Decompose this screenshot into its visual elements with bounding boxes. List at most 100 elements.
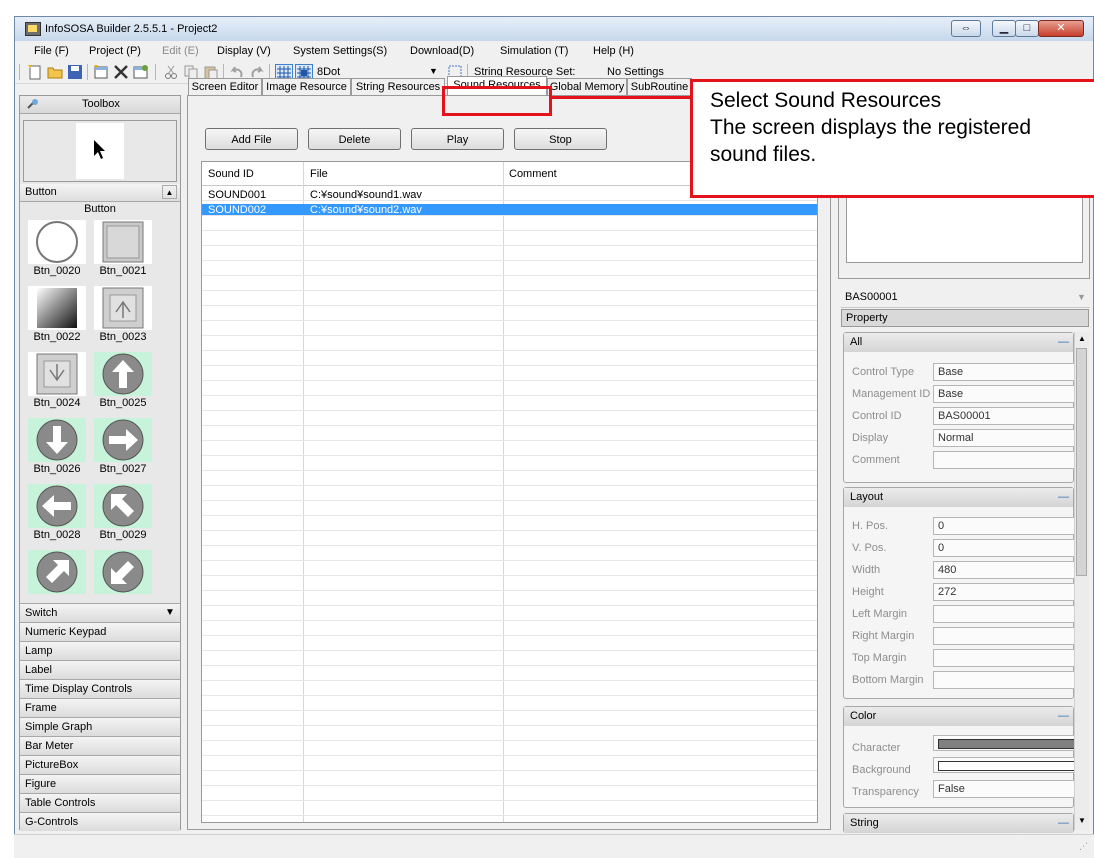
column-header-comment[interactable]: Comment <box>509 168 557 180</box>
category-button-header[interactable]: Button ▲ <box>20 184 180 202</box>
btn-0028-tool[interactable]: Btn_0028 <box>26 482 88 544</box>
add-file-button[interactable]: Add File <box>205 128 298 150</box>
object-selector[interactable]: BAS00001 ▼ <box>841 289 1090 308</box>
empty-table-row <box>202 414 817 426</box>
grid-size-select[interactable]: 8Dot <box>317 66 340 78</box>
category-switch[interactable]: Switch ▼ <box>20 603 180 622</box>
btn-0027-tool[interactable]: Btn_0027 <box>92 416 154 478</box>
btn-0029-tool[interactable]: Btn_0029 <box>92 482 154 544</box>
category-lamp[interactable]: Lamp <box>20 641 180 660</box>
menu-project[interactable]: Project (P) <box>89 45 141 57</box>
right-margin-field[interactable] <box>933 627 1083 645</box>
tab-subroutine[interactable]: SubRoutine <box>627 78 692 95</box>
scroll-down-icon[interactable]: ▼ <box>1075 814 1089 828</box>
btn-0030-tool[interactable] <box>26 548 88 594</box>
delete-x-icon[interactable] <box>113 64 129 80</box>
btn-0025-tool[interactable]: Btn_0025 <box>92 350 154 412</box>
category-figure[interactable]: Figure <box>20 774 180 793</box>
category-bar-meter[interactable]: Bar Meter <box>20 736 180 755</box>
new-project-icon[interactable] <box>27 64 43 80</box>
menu-simulation[interactable]: Simulation (T) <box>500 45 568 57</box>
collapse-icon[interactable]: — <box>1058 707 1069 725</box>
group-header-color[interactable]: Color — <box>844 707 1073 726</box>
background-color-field[interactable] <box>933 757 1083 773</box>
menu-help[interactable]: Help (H) <box>593 45 634 57</box>
chevron-down-icon[interactable]: ▼ <box>429 66 438 76</box>
pointer-tool[interactable] <box>76 123 124 179</box>
category-frame[interactable]: Frame <box>20 698 180 717</box>
save-icon[interactable] <box>67 64 83 80</box>
group-header-layout[interactable]: Layout — <box>844 488 1073 507</box>
transparency-field[interactable]: False <box>933 780 1083 798</box>
btn-0031-tool[interactable] <box>92 548 154 594</box>
scroll-up-icon[interactable]: ▲ <box>1075 332 1089 346</box>
cut-icon[interactable] <box>163 64 179 80</box>
collapse-icon[interactable]: — <box>1058 488 1069 506</box>
menu-system-settings[interactable]: System Settings(S) <box>293 45 387 57</box>
height-field[interactable]: 272 <box>933 583 1083 601</box>
empty-table-row <box>202 324 817 336</box>
collapse-arrow-icon[interactable]: ▲ <box>162 185 177 199</box>
toolbox-panel: Toolbox Button ▲ Button Btn_0020 Btn_002… <box>19 95 181 831</box>
play-button[interactable]: Play <box>411 128 504 150</box>
close-button[interactable]: ✕ <box>1038 20 1084 37</box>
control-id-field[interactable]: BAS00001 <box>933 407 1083 425</box>
category-time-display-controls[interactable]: Time Display Controls <box>20 679 180 698</box>
menu-display[interactable]: Display (V) <box>217 45 271 57</box>
tab-image-resource[interactable]: Image Resource <box>262 78 351 95</box>
group-header-string[interactable]: String — <box>844 814 1073 833</box>
restore-size-button[interactable]: ⇔ <box>951 20 981 37</box>
display-field[interactable]: Normal <box>933 429 1083 447</box>
control-type-field[interactable]: Base <box>933 363 1083 381</box>
tab-string-resources[interactable]: String Resources <box>351 78 445 95</box>
menu-download[interactable]: Download(D) <box>410 45 474 57</box>
h-pos-field[interactable]: 0 <box>933 517 1083 535</box>
callout-line-2: The screen displays the registered <box>710 116 1031 139</box>
character-color-field[interactable] <box>933 735 1083 751</box>
property-scrollbar[interactable]: ▲ ▼ <box>1074 332 1089 830</box>
new-screen-icon[interactable] <box>93 64 109 80</box>
btn-0022-tool[interactable]: Btn_0022 <box>26 284 88 346</box>
left-margin-field[interactable] <box>933 605 1083 623</box>
category-picturebox[interactable]: PictureBox <box>20 755 180 774</box>
dropdown-arrow-icon[interactable]: ▼ <box>165 604 175 622</box>
category-table-controls[interactable]: Table Controls <box>20 793 180 812</box>
screen-properties-icon[interactable] <box>133 64 149 80</box>
tab-global-memory[interactable]: Global Memory <box>547 78 627 95</box>
maximize-button[interactable]: □ <box>1015 20 1039 37</box>
title-bar[interactable]: InfoSOSA Builder 2.5.5.1 - Project2 ⇔ ▁ … <box>15 17 1093 41</box>
chevron-down-icon[interactable]: ▼ <box>1077 289 1086 305</box>
stop-button[interactable]: Stop <box>514 128 607 150</box>
scrollbar-thumb[interactable] <box>1076 348 1087 576</box>
btn-0020-tool[interactable]: Btn_0020 <box>26 218 88 280</box>
top-margin-field[interactable] <box>933 649 1083 667</box>
group-header-all[interactable]: All — <box>844 333 1073 352</box>
column-header-file[interactable]: File <box>310 168 328 180</box>
btn-0026-tool[interactable]: Btn_0026 <box>26 416 88 478</box>
tab-screen-editor[interactable]: Screen Editor <box>188 78 262 95</box>
category-label[interactable]: Label <box>20 660 180 679</box>
btn-0023-tool[interactable]: Btn_0023 <box>92 284 154 346</box>
collapse-icon[interactable]: — <box>1058 814 1069 832</box>
btn-0024-tool[interactable]: Btn_0024 <box>26 350 88 412</box>
delete-button[interactable]: Delete <box>308 128 401 150</box>
btn-0021-tool[interactable]: Btn_0021 <box>92 218 154 280</box>
category-simple-graph[interactable]: Simple Graph <box>20 717 180 736</box>
bottom-margin-field[interactable] <box>933 671 1083 689</box>
v-pos-field[interactable]: 0 <box>933 539 1083 557</box>
string-resource-set-select[interactable]: No Settings <box>607 66 664 78</box>
table-row-selected[interactable]: SOUND002 C:¥sound¥sound2.wav <box>202 204 817 216</box>
comment-field[interactable] <box>933 451 1083 469</box>
management-id-field[interactable]: Base <box>933 385 1083 403</box>
collapse-icon[interactable]: — <box>1058 333 1069 351</box>
column-header-sound-id[interactable]: Sound ID <box>208 168 254 180</box>
minimize-button[interactable]: ▁ <box>992 20 1016 37</box>
width-field[interactable]: 480 <box>933 561 1083 579</box>
menu-file[interactable]: File (F) <box>34 45 69 57</box>
property-tab[interactable]: Property <box>841 309 1089 327</box>
menu-edit[interactable]: Edit (E) <box>162 45 199 57</box>
resize-grip-icon[interactable]: ⋰ <box>1079 841 1088 852</box>
open-folder-icon[interactable] <box>47 64 63 80</box>
category-numeric-keypad[interactable]: Numeric Keypad <box>20 622 180 641</box>
category-g-controls[interactable]: G-Controls <box>20 812 180 831</box>
